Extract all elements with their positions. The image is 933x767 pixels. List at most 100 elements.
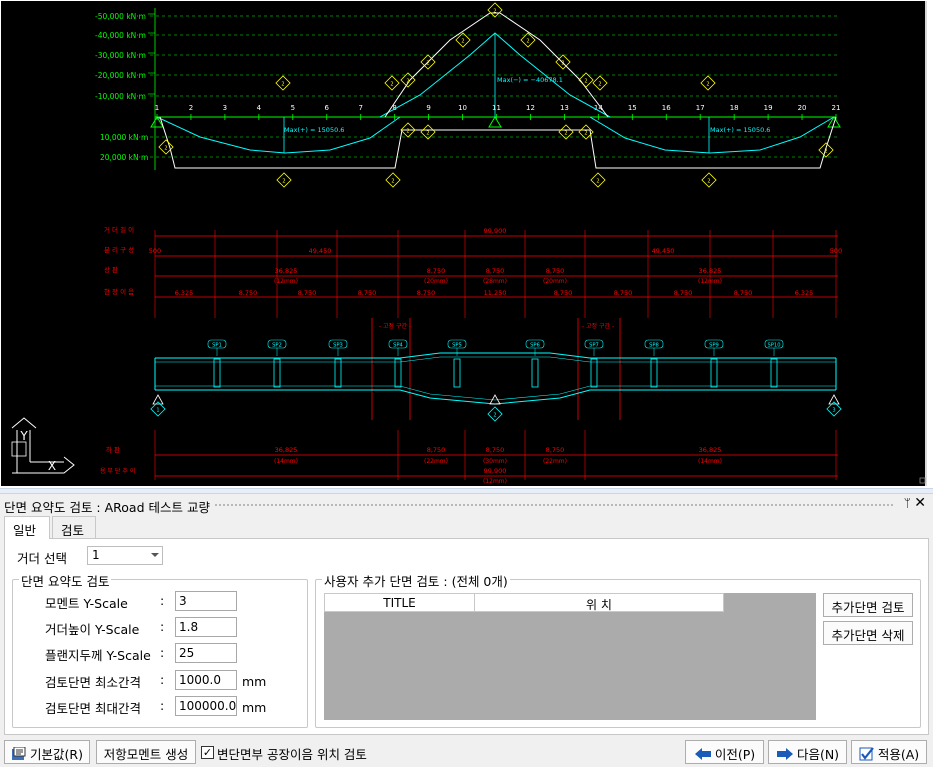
section-tag-label: 2 <box>584 131 587 137</box>
dim-sub: (20mm) <box>543 278 567 285</box>
moment-axis-label: -40,000 kN·m <box>95 31 146 40</box>
dim-value: 8,750 <box>486 267 505 275</box>
station-number: 15 <box>628 104 637 112</box>
section-tag-label: 2 <box>707 179 710 185</box>
splice-tag-label: SP4 <box>393 343 403 349</box>
splice-tag-label: SP3 <box>333 343 343 349</box>
apply-button-label: 적용(A) <box>877 747 920 762</box>
section-tag-label: 2 <box>390 82 393 88</box>
dim-value: 36,825 <box>699 446 722 454</box>
section-tag-label: 2 <box>561 61 564 67</box>
splice-tag-label: SP1 <box>212 343 222 349</box>
station-number: 12 <box>526 104 535 112</box>
next-button[interactable]: 다음(N) <box>768 740 847 764</box>
scale-input[interactable]: 100000.0 <box>175 696 237 716</box>
field-label: 검토단면 최대간격 <box>45 701 141 716</box>
default-button[interactable]: 기본값(R) <box>4 740 90 764</box>
scale-input[interactable]: 25 <box>175 643 237 663</box>
dim-sub: (12mm) <box>274 278 298 285</box>
pin-icon[interactable]: ᛘ <box>904 496 911 510</box>
dim-value: 99,900 <box>484 227 507 235</box>
section-tag-label: 2 <box>164 146 167 152</box>
tab-general[interactable]: 일반 <box>4 516 50 539</box>
dim-sub: (20mm) <box>424 278 448 285</box>
support-left-elev <box>152 394 164 405</box>
add-section-button[interactable]: 추가단면 검토 <box>823 593 913 617</box>
scale-input[interactable]: 1000.0 <box>175 670 237 690</box>
field-colon: : <box>160 619 165 634</box>
resist-moment-button[interactable]: 저항모멘트 생성 <box>96 740 196 764</box>
ucs-icon-y <box>11 417 37 429</box>
section-tag-label: 2 <box>426 131 429 137</box>
splice-tag-label: SP8 <box>649 343 659 349</box>
section-tag-label: 2 <box>598 82 601 88</box>
dim-row-label: 상 판 <box>104 265 118 274</box>
cad-drawing: -50,000 kN·m -40,000 kN·m -30,000 kN·m -20,… <box>11 2 926 485</box>
chevron-down-icon[interactable] <box>151 553 159 557</box>
next-button-label: 다음(N) <box>796 747 840 762</box>
section-tag-label: 2 <box>426 61 429 67</box>
summary-group-title: 단면 요약도 검토 <box>19 571 112 590</box>
ucs-icon-x <box>12 456 75 474</box>
dim-sub: (14mm) <box>698 458 722 465</box>
splice-plate <box>650 358 658 388</box>
field-unit: mm <box>242 700 267 715</box>
delete-section-button[interactable]: 추가단면 삭제 <box>823 621 913 645</box>
dim-value: 49,450 <box>652 247 675 255</box>
scale-input[interactable]: 1.8 <box>175 617 237 637</box>
girder-bottom-flange <box>155 389 836 405</box>
dim-value: 8,750 <box>417 289 436 297</box>
dim-sub: (22mm) <box>543 458 567 465</box>
splice-plate <box>273 358 281 388</box>
dim-value: 8,750 <box>358 289 377 297</box>
user-section-group-title: 사용자 추가 단면 검토 : (전체 0개) <box>322 571 510 590</box>
splice-plate <box>453 358 461 388</box>
section-tag-label: 2 <box>406 79 409 85</box>
section-tag-label: 2 <box>706 82 709 88</box>
section-tag-label: 2 <box>406 129 409 135</box>
dim-sub: (30mm) <box>483 458 507 465</box>
dim-sub: (14mm) <box>274 458 298 465</box>
tab-general-body: 거더 선택 1 단면 요약도 검토 모멘트 Y-Scale:3 거더높이 Y-Sc… <box>4 538 929 735</box>
user-section-grid[interactable]: TITLE 위 치 <box>324 593 816 720</box>
station-number: 3 <box>223 104 227 112</box>
dim-sub: (12mm) <box>483 478 507 485</box>
segment-marker: - 고정 구간 - <box>379 322 411 330</box>
station-number: 21 <box>832 104 841 112</box>
fab-splice-label: 변단면부 공장이음 위치 검토 <box>217 747 367 762</box>
station-number: 7 <box>358 104 362 112</box>
max-pos-label: Max(+) = 15050.6 <box>710 126 770 134</box>
grid-header-title[interactable]: TITLE <box>324 593 475 612</box>
section-tag-label: 2 <box>824 149 827 155</box>
cad-viewport[interactable]: -50,000 kN·m -40,000 kN·m -30,000 kN·m -20,… <box>0 0 933 488</box>
dim-value: 6,325 <box>175 289 194 297</box>
max-neg-label: Max(−) = −40678.1 <box>497 76 563 84</box>
moment-axis-label: -30,000 kN·m <box>95 51 146 60</box>
fab-splice-checkbox[interactable]: ✓ <box>201 746 214 759</box>
close-icon[interactable]: ✕ <box>914 495 926 511</box>
panel-title-bar: 단면 요약도 검토 : ARoad 테스트 교량 ᛘ ✕ <box>0 494 933 516</box>
splice-tag-label: SP7 <box>589 343 599 349</box>
scale-input[interactable]: 3 <box>175 591 237 611</box>
apply-button[interactable]: 적용(A) <box>851 740 927 764</box>
girder-select[interactable]: 1 <box>87 546 163 565</box>
station-number: 5 <box>291 104 295 112</box>
reset-icon <box>11 746 27 764</box>
splice-plate <box>590 358 598 388</box>
grid-header-position[interactable]: 위 치 <box>474 593 724 612</box>
section-tag-label: 2 <box>391 179 394 185</box>
splice-plate <box>334 358 342 388</box>
dim-value: 99,900 <box>484 467 507 475</box>
station-number: 4 <box>257 104 262 112</box>
prev-button[interactable]: 이전(P) <box>685 740 764 764</box>
section-tag-label: 2 <box>526 39 529 45</box>
default-button-label: 기본값(R) <box>30 747 83 762</box>
field-colon: : <box>160 698 165 713</box>
dim-value: 36,825 <box>275 267 298 275</box>
girder-select-label: 거더 선택 <box>17 551 67 566</box>
dim-value: 8,750 <box>298 289 317 297</box>
dim-value: 8,750 <box>614 289 633 297</box>
support-right-elev <box>828 394 840 405</box>
tab-review[interactable]: 검토 <box>52 516 96 538</box>
dim-value: 8,750 <box>546 267 565 275</box>
